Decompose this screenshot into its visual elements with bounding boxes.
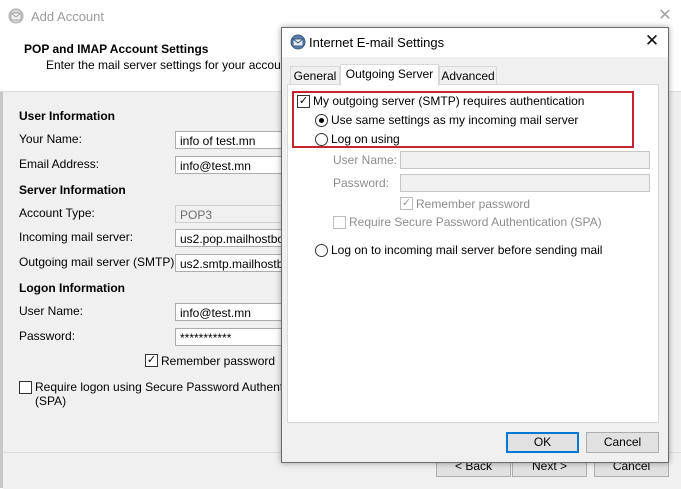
- checkmark-icon: ✓: [298, 95, 309, 107]
- smtp-password-field[interactable]: [400, 174, 650, 192]
- ok-button[interactable]: OK: [506, 432, 579, 453]
- password-field[interactable]: ***********: [175, 328, 285, 346]
- incoming-server-label: Incoming mail server:: [19, 230, 134, 244]
- remember-password-label: Remember password: [161, 354, 276, 368]
- app-icon: [8, 8, 24, 24]
- log-on-using-label: Log on using: [331, 132, 400, 146]
- smtp-password-label: Password:: [333, 176, 390, 190]
- your-name-field[interactable]: info of test.mn: [175, 131, 285, 149]
- same-settings-label: Use same settings as my incoming mail se…: [331, 113, 579, 127]
- user-name-label: User Name:: [19, 304, 84, 318]
- spa-label-line2: (SPA): [35, 394, 67, 408]
- password-label: Password:: [19, 329, 76, 343]
- smtp-remember-password-label: Remember password: [416, 197, 531, 211]
- email-field[interactable]: info@test.mn: [175, 156, 285, 174]
- remember-password-checkbox[interactable]: ✓: [145, 354, 158, 367]
- email-label: Email Address:: [19, 157, 100, 171]
- logon-info-heading: Logon Information: [19, 281, 125, 295]
- smtp-user-name-label: User Name:: [333, 153, 398, 167]
- tab-general[interactable]: General: [290, 66, 340, 86]
- outgoing-server-label: Outgoing mail server (SMTP):: [19, 255, 178, 269]
- settings-close-icon[interactable]: ✕: [643, 32, 661, 50]
- user-info-heading: User Information: [19, 109, 116, 123]
- smtp-user-name-field[interactable]: [400, 151, 650, 169]
- incoming-server-field[interactable]: us2.pop.mailhostbox.com: [175, 229, 285, 247]
- user-name-field[interactable]: info@test.mn: [175, 303, 285, 321]
- spa-label: Require logon using Secure Password Auth…: [35, 380, 318, 394]
- settings-dialog-title: Internet E-mail Settings: [309, 35, 445, 50]
- your-name-label: Your Name:: [19, 132, 82, 146]
- smtp-spa-checkbox[interactable]: [333, 216, 346, 229]
- smtp-remember-password-checkbox[interactable]: ✓: [400, 197, 413, 210]
- log-on-using-radio[interactable]: [315, 133, 328, 146]
- spa-checkbox[interactable]: [19, 381, 32, 394]
- server-info-heading: Server Information: [19, 183, 126, 197]
- smtp-auth-label: My outgoing server (SMTP) requires authe…: [313, 94, 585, 108]
- tab-outgoing-server[interactable]: Outgoing Server: [340, 64, 439, 86]
- close-icon[interactable]: ✕: [656, 7, 674, 25]
- log-on-incoming-label: Log on to incoming mail server before se…: [331, 243, 603, 257]
- tab-advanced[interactable]: Advanced: [439, 66, 497, 86]
- same-settings-radio[interactable]: [315, 114, 328, 127]
- settings-cancel-button[interactable]: Cancel: [586, 432, 659, 453]
- smtp-spa-label: Require Secure Password Authentication (…: [349, 215, 602, 229]
- outgoing-server-field[interactable]: us2.smtp.mailhostbox.com: [175, 254, 285, 272]
- account-type-field: POP3: [175, 205, 285, 223]
- account-type-label: Account Type:: [19, 206, 95, 220]
- active-tab-join: [341, 84, 438, 86]
- checkmark-icon: ✓: [401, 197, 412, 209]
- smtp-auth-checkbox[interactable]: ✓: [297, 95, 310, 108]
- header-subtitle: Enter the mail server settings for your …: [46, 58, 295, 72]
- header-title: POP and IMAP Account Settings: [24, 42, 209, 56]
- log-on-incoming-radio[interactable]: [315, 244, 328, 257]
- add-account-title: Add Account: [31, 9, 104, 24]
- envelope-globe-icon: [290, 34, 306, 50]
- checkmark-icon: ✓: [146, 354, 157, 366]
